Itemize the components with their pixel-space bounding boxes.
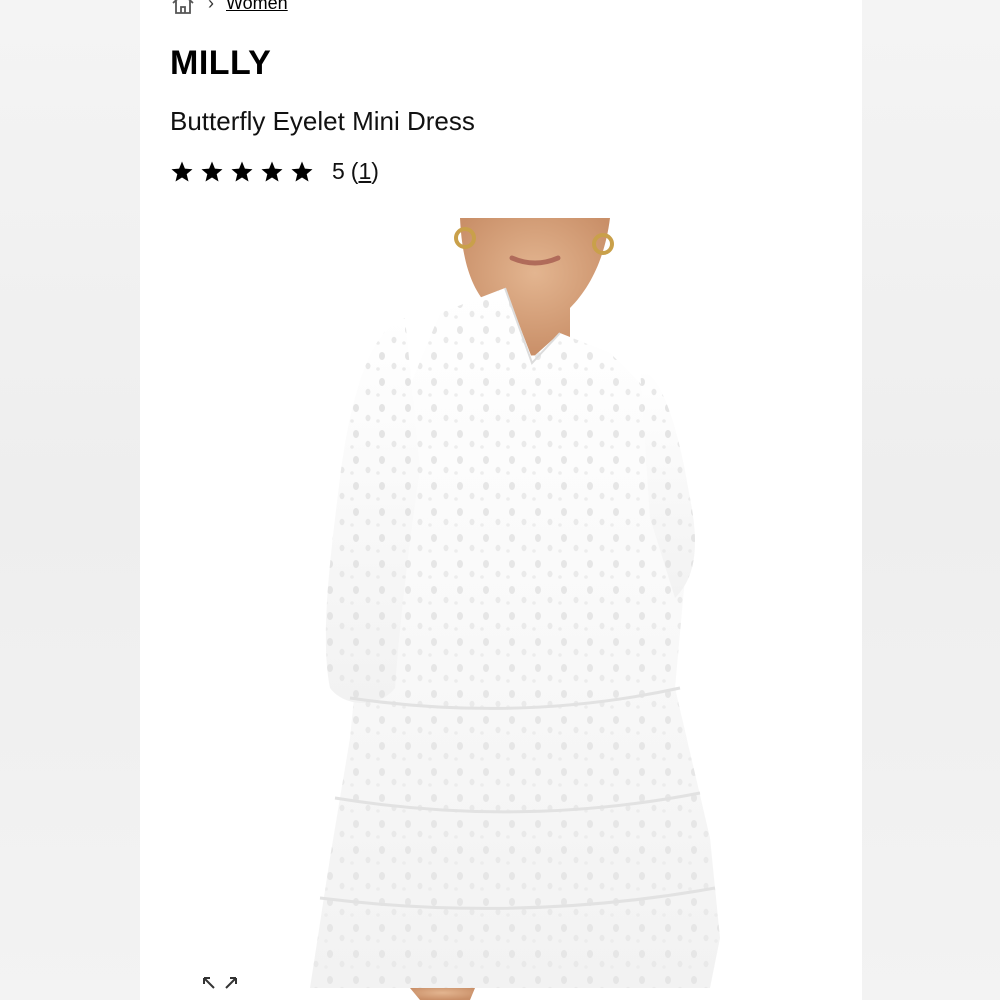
star-icon	[201, 161, 223, 181]
background-right	[862, 0, 1000, 1000]
home-icon[interactable]	[170, 0, 196, 14]
star-icon	[171, 161, 193, 181]
product-title: Butterfly Eyelet Mini Dress	[170, 106, 475, 136]
review-count-link[interactable]: (1)	[351, 158, 379, 185]
rating-stars	[170, 160, 314, 184]
star-icon	[231, 161, 253, 181]
expand-icon[interactable]	[200, 974, 240, 996]
brand-name[interactable]: MILLY	[170, 44, 271, 83]
star-icon	[291, 161, 313, 181]
breadcrumb: › Women	[170, 0, 288, 14]
product-page: › Women MILLY Butterfly Eyelet Mini Dres…	[140, 0, 862, 1000]
product-image[interactable]	[270, 218, 740, 1000]
star-icon	[261, 161, 283, 181]
breadcrumb-separator: ›	[208, 0, 214, 13]
rating-value: 5	[332, 158, 345, 184]
background-left	[0, 0, 140, 1000]
breadcrumb-link-women[interactable]: Women	[226, 0, 288, 14]
product-rating[interactable]: 5 (1)	[170, 158, 379, 185]
